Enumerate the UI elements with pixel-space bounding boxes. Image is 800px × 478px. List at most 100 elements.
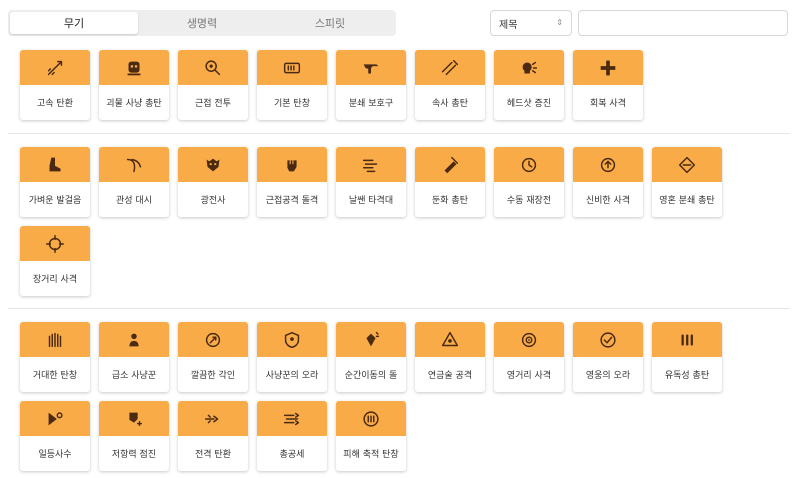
item-icon-area [20,226,90,261]
hunter-aura-icon [284,331,300,348]
sort-select[interactable]: 제목 ⇕ [490,10,572,36]
item-icon-area [257,50,327,85]
item-card[interactable]: 관성 대시 [99,147,169,217]
item-card[interactable]: 가벼운 발걸음 [20,147,90,217]
item-card[interactable]: 사냥꾼의 오라 [257,322,327,392]
berserker-mask-icon [206,158,220,171]
item-section-tier-2: 가벼운 발걸음 관성 대시 광전사 근접공격 돌격 날쌘 타격대 둔화 총탄 수동 재장전 신… [20,147,740,305]
item-card[interactable]: 장거리 사격 [20,226,90,296]
item-label: 기본 탄창 [274,99,310,109]
tab-weapon[interactable]: 무기 [10,12,138,34]
item-label: 광전사 [200,196,226,206]
item-icon-area [99,50,169,85]
up-down-chevron-icon: ⇕ [556,18,563,27]
item-label: 거대한 탄창 [32,371,78,381]
item-label: 분쇄 보호구 [348,99,394,109]
monster-icon [127,61,141,75]
section-divider [8,133,790,134]
item-card[interactable]: 깔끔한 각인 [178,322,248,392]
magazine-icon [283,62,301,73]
item-card[interactable]: 날쌘 타격대 [336,147,406,217]
item-icon-area [336,147,406,182]
item-card[interactable]: 총공세 [257,401,327,471]
item-label: 유독성 총탄 [664,371,710,381]
soul-shredder-icon [678,156,696,173]
tab-vitality[interactable]: 생명력 [138,12,266,34]
hunter-icon [129,333,139,346]
item-icon-area [494,50,564,85]
resist-ramp-icon [129,412,143,426]
item-icon-area [178,147,248,182]
item-label: 가벼운 발걸음 [28,196,82,206]
item-section-tier-3: 거대한 탄창 급소 사냥꾼 깔끔한 각인 사냥꾼의 오라 순간이동의 돌 연금술 공격 영거… [20,322,740,478]
item-card[interactable]: 일등사수 [20,401,90,471]
speed-lines-icon [362,159,378,172]
item-icon-area [99,401,169,436]
item-card[interactable]: 고속 탄환 [20,50,90,120]
item-icon-area [573,322,643,357]
item-card[interactable]: 분쇄 보호구 [336,50,406,120]
boot-icon [49,157,61,171]
big-magazine-icon [48,332,62,347]
item-icon-area [257,322,327,357]
item-icon-area [652,147,722,182]
item-card[interactable]: 괴물 사냥 총탄 [99,50,169,120]
item-label: 회복 사격 [590,99,626,109]
item-icon-area [257,401,327,436]
item-card[interactable]: 영혼 분쇄 총탄 [652,147,722,217]
alchemy-icon [441,331,459,346]
item-card[interactable]: 저항력 점진 [99,401,169,471]
toxic-bullets-icon [681,334,693,345]
item-label: 깔끔한 각인 [190,371,236,381]
item-label: 영웅의 오라 [585,371,631,381]
item-label: 근접공격 돌격 [265,196,319,206]
mystic-shot-icon [600,157,616,172]
item-icon-area [178,322,248,357]
item-card[interactable]: 영거리 사격 [494,322,564,392]
gun-icon [363,63,379,73]
item-card[interactable]: 둔화 총탄 [415,147,485,217]
item-card[interactable]: 수동 재장전 [494,147,564,217]
fist-icon [287,159,297,171]
tab-spirit[interactable]: 스피릿 [266,12,394,34]
item-card[interactable]: 연금술 공격 [415,322,485,392]
dash-swirl-icon [126,158,142,172]
item-icon-area [20,401,90,436]
item-card[interactable]: 거대한 탄창 [20,322,90,392]
item-label: 피해 축적 탄창 [343,450,399,460]
item-card[interactable]: 기본 탄창 [257,50,327,120]
item-card[interactable]: 광전사 [178,147,248,217]
item-label: 괴물 사냥 총탄 [106,99,162,109]
item-card[interactable]: 영웅의 오라 [573,322,643,392]
item-section-tier-1: 고속 탄환 괴물 사냥 총탄 근접 전투 기본 탄창 분쇄 보호구 속사 총탄 헤드샷 증진… [20,50,740,129]
item-card[interactable]: 헤드샷 증진 [494,50,564,120]
item-icon-area [336,322,406,357]
item-icon-area [20,322,90,357]
item-card[interactable]: 전격 탄환 [178,401,248,471]
item-card[interactable]: 유독성 총탄 [652,322,722,392]
item-card[interactable]: 근접 전투 [178,50,248,120]
item-card[interactable]: 급소 사냥꾼 [99,322,169,392]
item-label: 일등사수 [38,450,72,460]
item-icon-area [178,401,248,436]
barrage-icon [283,412,300,425]
item-icon-area [494,322,564,357]
teleport-stone-icon [366,331,380,346]
marksman-icon [48,411,63,425]
engraving-icon [205,332,221,347]
item-icon-area [415,322,485,357]
rapid-fire-icon [441,59,459,75]
item-card[interactable]: 신비한 사격 [573,147,643,217]
item-icon-area [415,147,485,182]
item-label: 관성 대시 [116,196,152,206]
item-icon-area [573,50,643,85]
item-label: 전격 탄환 [195,450,231,460]
item-card[interactable]: 근접공격 돌격 [257,147,327,217]
item-card[interactable]: 피해 축적 탄창 [336,401,406,471]
search-input[interactable] [578,10,788,36]
item-card[interactable]: 속사 총탄 [415,50,485,120]
item-card[interactable]: 순간이동의 돌 [336,322,406,392]
item-label: 헤드샷 증진 [506,99,552,109]
item-label: 둔화 총탄 [432,196,468,206]
item-card[interactable]: 회복 사격 [573,50,643,120]
